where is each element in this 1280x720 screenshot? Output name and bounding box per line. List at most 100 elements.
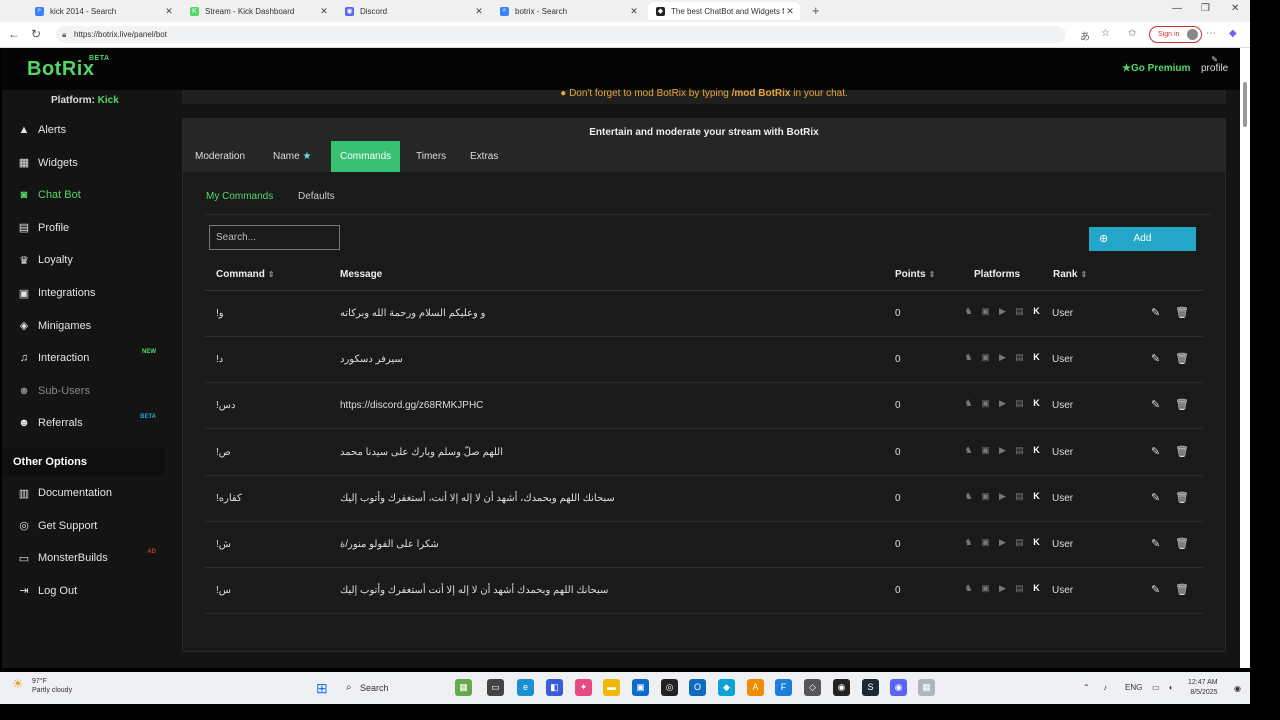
tab-name[interactable]: Name ★ <box>264 141 320 172</box>
subtab-defaults[interactable]: Defaults <box>298 191 335 202</box>
clock[interactable]: 12:47 AM 8/5/2025 <box>1188 678 1218 698</box>
task-view-icon[interactable]: ▭ <box>487 679 504 696</box>
volume-icon[interactable]: ◖ <box>1168 683 1173 692</box>
page-scrollbar[interactable] <box>1240 48 1250 668</box>
edit-pencil-icon[interactable]: ✎ <box>1151 352 1160 365</box>
edit-pencil-icon[interactable]: ✎ <box>1151 583 1160 596</box>
trash-icon[interactable]: 🗑︎ <box>1175 352 1189 365</box>
app-icon[interactable]: F <box>775 679 792 696</box>
language-indicator[interactable]: ENG <box>1125 683 1142 692</box>
trovo-icon: ▤ <box>1015 306 1024 316</box>
browser-tab[interactable]: ⌕ kick 2014 - Search ✕ <box>27 2 179 20</box>
restore-icon[interactable]: ❐ <box>1201 3 1210 14</box>
rank-cell: User <box>1052 492 1074 504</box>
edge-icon[interactable]: e <box>517 679 534 696</box>
chrome-icon[interactable]: ◉ <box>833 679 850 696</box>
windows-start-icon[interactable]: ⊞ <box>316 680 328 697</box>
sidebar-item-log-out[interactable]: ⇥ Log Out <box>16 580 164 602</box>
column-rank[interactable]: Rank ⇕ <box>1053 269 1087 280</box>
twitch-icon: ▣ <box>981 490 990 501</box>
translate-icon[interactable]: あ <box>1080 28 1090 43</box>
trash-icon[interactable]: 🗑︎ <box>1175 398 1189 411</box>
column-command[interactable]: Command ⇕ <box>216 269 275 280</box>
weather-widget[interactable]: ☀ 97°F Partly cloudy <box>12 677 72 695</box>
app-icon[interactable]: A <box>747 679 764 696</box>
subtab-my-commands[interactable]: My Commands <box>206 191 273 202</box>
sidebar-item-widgets[interactable]: ▦ Widgets <box>16 152 164 174</box>
network-icon[interactable]: ▭ <box>1152 683 1160 692</box>
sidebar-item-chat-bot[interactable]: ◙ Chat Bot <box>16 184 164 206</box>
sidebar-item-sub-users[interactable]: ☻ Sub-Users <box>16 380 164 402</box>
app-icon[interactable]: ◧ <box>546 679 563 696</box>
trash-icon[interactable]: 🗑︎ <box>1175 537 1189 550</box>
close-tab-icon[interactable]: ✕ <box>784 6 796 17</box>
trash-icon[interactable]: 🗑︎ <box>1175 445 1189 458</box>
edit-pencil-icon[interactable]: ✎ <box>1151 398 1160 411</box>
go-premium-link[interactable]: ★Go Premium <box>1122 63 1190 74</box>
outlook-icon[interactable]: O <box>689 679 706 696</box>
edit-pencil-icon[interactable]: ✎ <box>1151 445 1160 458</box>
rank-cell: User <box>1052 539 1074 550</box>
edit-pencil-icon[interactable]: ✎ <box>1151 491 1160 504</box>
users-icon: ☻ <box>18 384 30 397</box>
column-points[interactable]: Points ⇕ <box>895 269 935 280</box>
edit-pencil-icon[interactable]: ✎ <box>1151 306 1160 319</box>
sidebar-item-monsterbuilds[interactable]: ▭ MonsterBuilds AD <box>16 547 164 569</box>
app-icon[interactable]: ◇ <box>804 679 821 696</box>
sidebar-item-loyalty[interactable]: ♛ Loyalty <box>16 249 164 271</box>
file-explorer-icon[interactable]: ▬ <box>603 679 620 696</box>
tab-commands[interactable]: Commands <box>331 141 401 172</box>
search-input[interactable] <box>209 225 340 250</box>
close-tab-icon[interactable]: ✕ <box>473 6 485 17</box>
tab-moderation[interactable]: Moderation <box>186 141 254 172</box>
close-tab-icon[interactable]: ✕ <box>628 6 640 17</box>
botrix-logo[interactable]: BotRix BETA <box>27 55 109 81</box>
copilot-icon[interactable]: ◆ <box>1229 28 1237 39</box>
browser-tab[interactable]: ◆ The best ChatBot and Widgets fo ✕ <box>648 2 800 20</box>
app-icon[interactable]: ▦ <box>918 679 935 696</box>
tab-extras[interactable]: Extras <box>461 141 507 172</box>
close-tab-icon[interactable]: ✕ <box>318 6 330 17</box>
app-icon[interactable]: ◎ <box>661 679 678 696</box>
new-tab-button[interactable]: + <box>812 3 820 18</box>
notification-icon[interactable]: ◉ <box>1234 684 1241 693</box>
trash-icon[interactable]: 🗑︎ <box>1175 306 1189 319</box>
back-icon[interactable]: ← <box>8 27 20 41</box>
trash-icon[interactable]: 🗑︎ <box>1175 491 1189 504</box>
browser-tab[interactable]: K Stream - Kick Dashboard ✕ <box>182 2 334 20</box>
sidebar-item-minigames[interactable]: ◈ Minigames <box>16 315 164 337</box>
add-command-button[interactable]: ⊕ Add <box>1089 227 1196 251</box>
sidebar-item-documentation[interactable]: ▥ Documentation <box>16 482 164 504</box>
copilot-app-icon[interactable]: ✦ <box>575 679 592 696</box>
favorite-star-icon[interactable]: ☆ <box>1101 28 1110 39</box>
url-field[interactable]: 🔒︎ https://botrix.live/panel/bot <box>56 26 1066 43</box>
steam-icon[interactable]: S <box>862 679 879 696</box>
screen: ⌕ kick 2014 - Search ✕ K Stream - Kick Dashb… <box>0 0 1280 720</box>
sidebar-item-alerts[interactable]: ▲ Alerts <box>16 119 164 141</box>
sidebar-item-profile[interactable]: ▤ Profile <box>16 217 164 239</box>
sidebar-item-interaction[interactable]: ♫ Interaction NEW <box>16 347 164 369</box>
favorites-icon[interactable]: ✩ <box>1128 28 1136 39</box>
trash-icon[interactable]: 🗑︎ <box>1175 583 1189 596</box>
microphone-icon[interactable]: ♪ <box>1103 683 1107 692</box>
tab-timers[interactable]: Timers <box>407 141 455 172</box>
scrollbar-thumb[interactable] <box>1243 82 1247 127</box>
close-window-icon[interactable]: ✕ <box>1231 3 1239 14</box>
sidebar-item-get-support[interactable]: ◎ Get Support <box>16 515 164 537</box>
close-tab-icon[interactable]: ✕ <box>163 6 175 17</box>
browser-tab[interactable]: ◉ Discord ✕ <box>337 2 489 20</box>
profile-link[interactable]: ✎ profile <box>1201 56 1228 75</box>
app-icon[interactable]: ◆ <box>718 679 735 696</box>
sidebar-item-integrations[interactable]: ▣ Integrations <box>16 282 164 304</box>
minimize-icon[interactable]: — <box>1172 3 1182 14</box>
sign-in-button[interactable]: Sign in <box>1149 26 1203 43</box>
discord-icon[interactable]: ◉ <box>890 679 907 696</box>
store-icon[interactable]: ▣ <box>632 679 649 696</box>
widgets-app-icon[interactable]: ▦ <box>455 679 472 696</box>
browser-tab[interactable]: ⌕ botrix - Search ✕ <box>492 2 644 20</box>
edit-pencil-icon[interactable]: ✎ <box>1151 537 1160 550</box>
chevron-up-icon[interactable]: ⌃ <box>1083 683 1090 692</box>
sidebar-item-referrals[interactable]: ☻ Referrals BETA <box>16 412 164 434</box>
refresh-icon[interactable]: ↻ <box>31 27 41 41</box>
more-icon[interactable]: ⋯ <box>1206 28 1216 39</box>
